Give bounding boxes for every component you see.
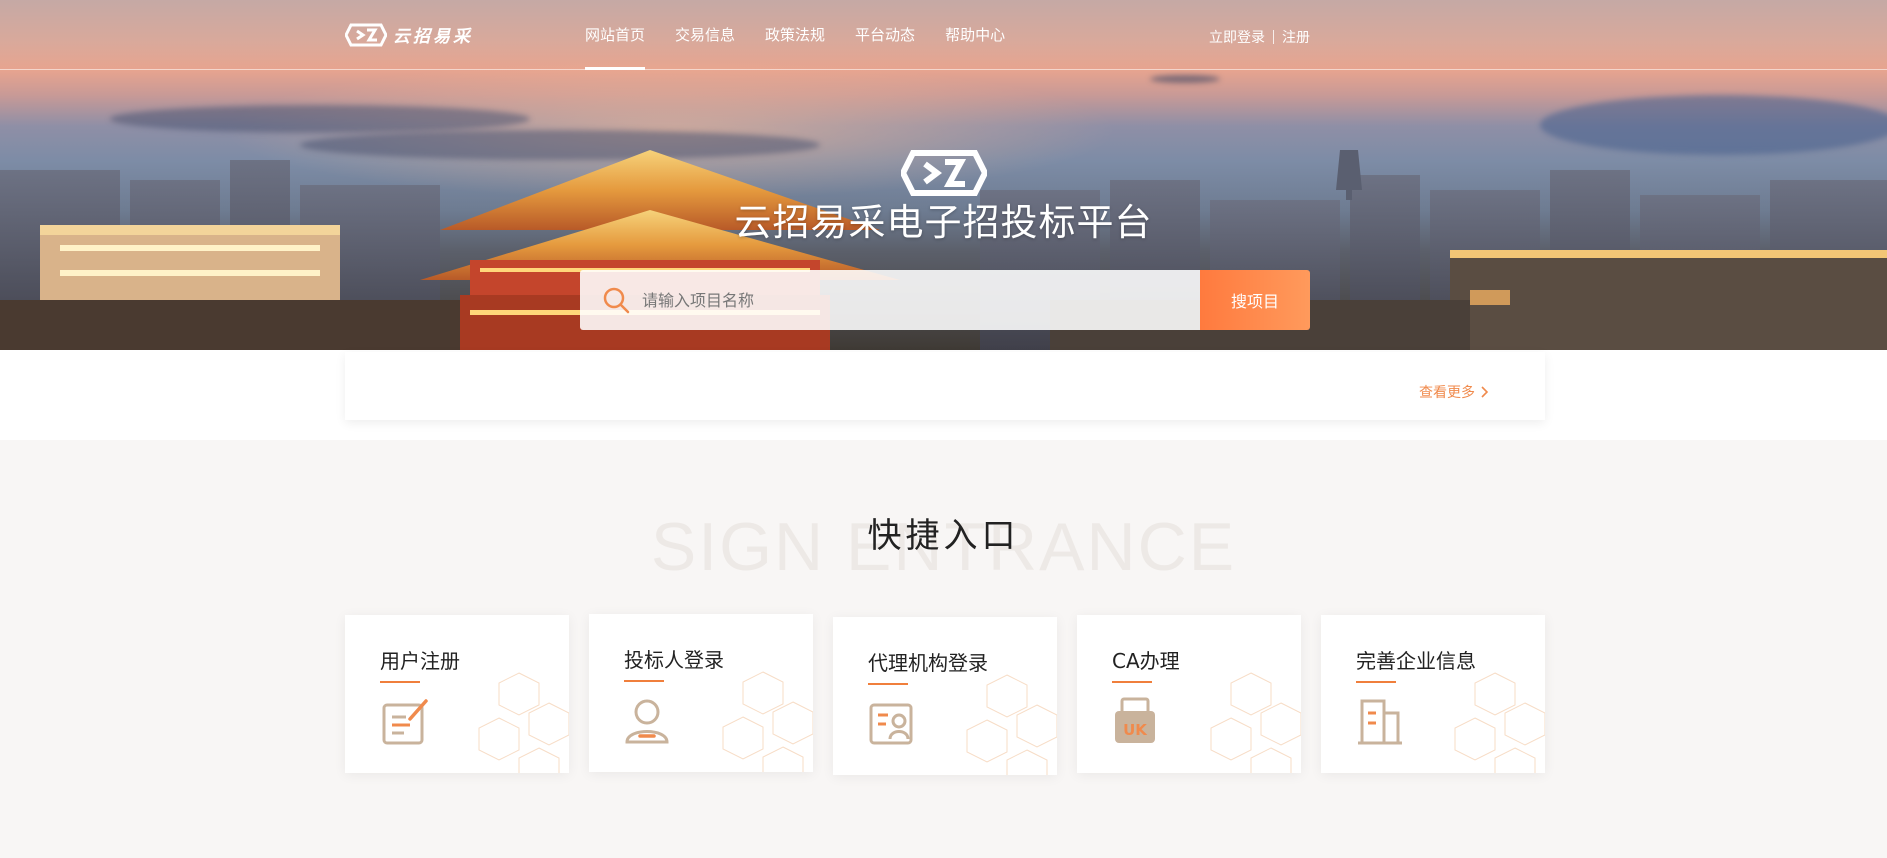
project-search: 搜项目 [580,270,1310,330]
search-box [580,270,1200,330]
search-icon [603,287,630,314]
card-underline [624,680,664,682]
card-title: CA办理 [1112,649,1180,673]
view-more-link[interactable]: 查看更多 [1419,382,1489,402]
nav-item-help[interactable]: 帮助中心 [945,0,1005,70]
logo-mark-icon [345,23,387,46]
quick-entry-title: 快捷入口 [867,516,1020,556]
card-underline [1112,681,1152,683]
hexagon-pattern-decoration [478,672,569,773]
edit-form-icon [382,699,428,745]
nav-item-home[interactable]: 网站首页 [585,0,646,70]
uk-key-icon: UK [1115,697,1155,743]
main-menu: 网站首页 交易信息 政策法规 平台动态 帮助中心 [585,0,1035,70]
quick-entry-card-ca[interactable]: CA办理 UK [1077,615,1301,773]
cloud [1540,95,1887,155]
id-card-icon [869,703,913,745]
card-underline [1356,681,1396,683]
cloud [110,105,530,133]
nav-item-policy[interactable]: 政策法规 [765,0,825,70]
search-button[interactable]: 搜项目 [1200,270,1310,330]
hexagon-pattern-decoration [966,674,1057,775]
uk-icon-text: UK [1123,721,1148,739]
card-underline [868,683,908,685]
hexagon-pattern-decoration [1210,672,1301,773]
hexagon-pattern-decoration [722,671,813,772]
login-link[interactable]: 立即登录 [1209,27,1265,47]
notice-panel: 查看更多 [345,352,1545,420]
hero-title: 云招易采电子招投标平台 [734,201,1153,244]
view-more-label: 查看更多 [1419,385,1475,401]
search-input[interactable] [642,290,1162,310]
hexagon-pattern-decoration [1454,672,1545,773]
hero-logo-icon [901,150,987,196]
logo-text: 云招易采 [393,27,473,47]
user-icon [625,699,669,744]
cloud [1150,75,1220,83]
quick-entry-card-company-info[interactable]: 完善企业信息 [1321,615,1545,773]
nav-item-platform-news[interactable]: 平台动态 [855,0,915,70]
nav-item-trade-info[interactable]: 交易信息 [675,0,735,70]
quick-entry-card-register[interactable]: 用户注册 [345,615,569,773]
auth-links: 立即登录 注册 [1209,27,1310,47]
chevron-right-icon [1481,386,1489,398]
card-underline [380,681,420,683]
quick-entry-card-bidder-login[interactable]: 投标人登录 [589,614,813,772]
quick-entry-card-agency-login[interactable]: 代理机构登录 [833,617,1057,775]
auth-separator [1273,30,1274,44]
building-icon [1358,699,1402,745]
card-title: 用户注册 [380,649,460,673]
register-link[interactable]: 注册 [1282,27,1310,47]
top-navigation: 云招易采 网站首页 交易信息 政策法规 平台动态 帮助中心 立即登录 注册 [0,0,1887,70]
site-logo[interactable]: 云招易采 [345,22,473,47]
